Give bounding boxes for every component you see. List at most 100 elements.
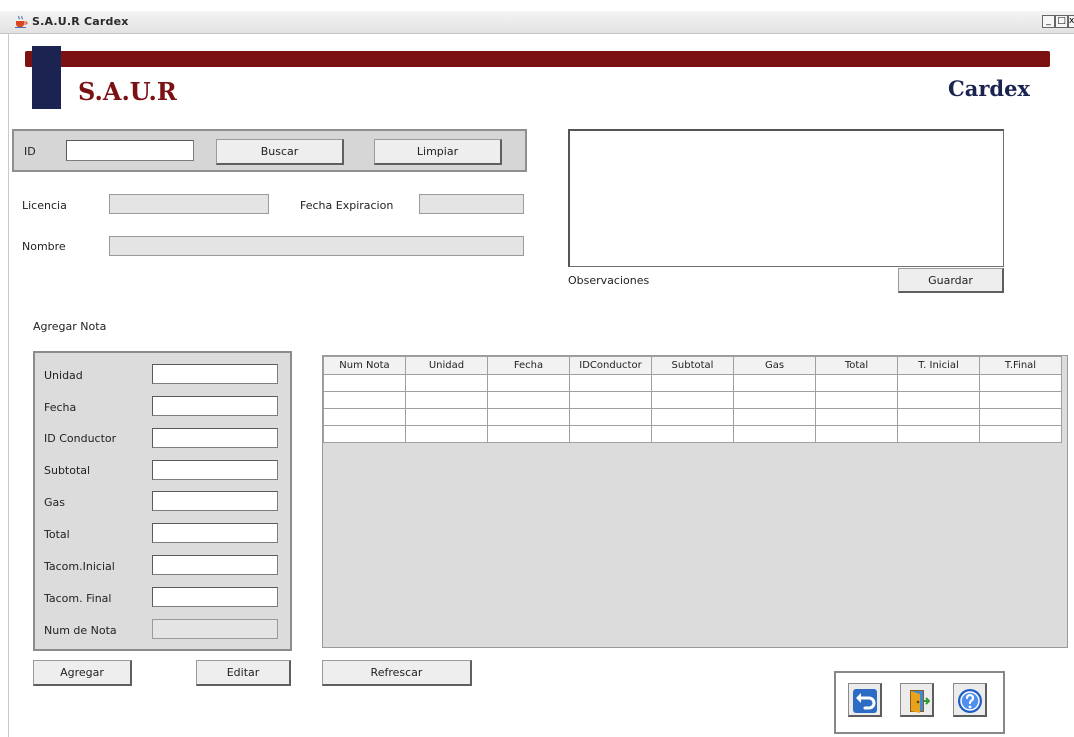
table-cell[interactable] — [897, 391, 980, 409]
table-row[interactable] — [323, 408, 1062, 426]
table-cell[interactable] — [897, 374, 980, 392]
table-cell[interactable] — [323, 408, 406, 426]
fecha-expiracion-label: Fecha Expiracion — [300, 199, 394, 212]
table-cell[interactable] — [815, 425, 898, 443]
id-conductor-input[interactable] — [152, 428, 278, 448]
table-cell[interactable] — [569, 391, 652, 409]
table-cell[interactable] — [979, 408, 1062, 426]
table-cell[interactable] — [323, 374, 406, 392]
licencia-field — [109, 194, 269, 214]
minimize-button[interactable]: _ — [1042, 15, 1055, 28]
table-cell[interactable] — [651, 374, 734, 392]
notas-table-container[interactable]: Num Nota Unidad Fecha IDConductor Subtot… — [322, 355, 1068, 648]
table-cell[interactable] — [569, 425, 652, 443]
window-title-bar: S.A.U.R Cardex _ □ x — [0, 11, 1074, 34]
total-input[interactable] — [152, 523, 278, 543]
unidad-input[interactable] — [152, 364, 278, 384]
fecha-input[interactable] — [152, 396, 278, 416]
nombre-label: Nombre — [22, 240, 66, 253]
table-cell[interactable] — [405, 374, 488, 392]
table-row[interactable] — [323, 374, 1062, 392]
nombre-field — [109, 236, 524, 256]
fecha-expiracion-field — [419, 194, 524, 214]
table-cell[interactable] — [815, 408, 898, 426]
limpiar-button[interactable]: Limpiar — [374, 139, 502, 165]
table-row[interactable] — [323, 425, 1062, 443]
table-cell[interactable] — [323, 391, 406, 409]
observaciones-label: Observaciones — [568, 274, 650, 287]
table-cell[interactable] — [487, 408, 570, 426]
table-cell[interactable] — [569, 408, 652, 426]
column-header-gas[interactable]: Gas — [733, 356, 816, 375]
window-border — [8, 33, 9, 737]
refrescar-button[interactable]: Refrescar — [322, 660, 472, 686]
gas-label: Gas — [44, 496, 65, 509]
observaciones-textarea[interactable] — [568, 129, 1004, 267]
close-button[interactable]: x — [1068, 15, 1074, 28]
num-de-nota-label: Num de Nota — [44, 624, 117, 637]
maximize-button[interactable]: □ — [1055, 15, 1068, 28]
table-cell[interactable] — [979, 391, 1062, 409]
tacom-final-input[interactable] — [152, 587, 278, 607]
column-header-t-inicial[interactable]: T. Inicial — [897, 356, 980, 375]
table-cell[interactable] — [733, 408, 816, 426]
subtotal-label: Subtotal — [44, 464, 91, 477]
table-cell[interactable] — [651, 391, 734, 409]
table-cell[interactable] — [487, 391, 570, 409]
undo-icon — [852, 689, 877, 713]
table-cell[interactable] — [651, 408, 734, 426]
table-cell[interactable] — [405, 408, 488, 426]
fecha-label: Fecha — [44, 401, 77, 414]
table-cell[interactable] — [323, 425, 406, 443]
column-header-num-nota[interactable]: Num Nota — [323, 356, 406, 375]
editar-button[interactable]: Editar — [196, 660, 291, 686]
column-header-total[interactable]: Total — [815, 356, 898, 375]
java-cup-icon — [15, 15, 28, 28]
table-cell[interactable] — [733, 391, 816, 409]
table-cell[interactable] — [487, 374, 570, 392]
notas-table[interactable]: Num Nota Unidad Fecha IDConductor Subtot… — [323, 356, 1062, 443]
column-header-fecha[interactable]: Fecha — [487, 356, 570, 375]
exit-door-icon — [909, 690, 930, 713]
table-cell[interactable] — [733, 374, 816, 392]
column-header-t-final[interactable]: T.Final — [979, 356, 1062, 375]
tacom-inicial-label: Tacom.Inicial — [44, 560, 115, 573]
num-de-nota-field — [152, 619, 278, 639]
licencia-label: Licencia — [22, 199, 67, 212]
table-cell[interactable] — [733, 425, 816, 443]
guardar-button[interactable]: Guardar — [898, 268, 1004, 293]
header-logo-block — [32, 46, 61, 109]
module-title: Cardex — [948, 76, 1030, 101]
table-row[interactable] — [323, 391, 1062, 409]
column-header-idconductor[interactable]: IDConductor — [569, 356, 652, 375]
table-header-row: Num Nota Unidad Fecha IDConductor Subtot… — [323, 356, 1062, 375]
buscar-button[interactable]: Buscar — [216, 139, 344, 165]
agregar-button[interactable]: Agregar — [33, 660, 132, 686]
subtotal-input[interactable] — [152, 460, 278, 480]
table-cell[interactable] — [979, 374, 1062, 392]
header-band — [25, 51, 1050, 67]
brand-title: S.A.U.R — [78, 77, 177, 106]
table-cell[interactable] — [897, 425, 980, 443]
table-cell[interactable] — [569, 374, 652, 392]
column-header-subtotal[interactable]: Subtotal — [651, 356, 734, 375]
table-cell[interactable] — [815, 374, 898, 392]
tacom-inicial-input[interactable] — [152, 555, 278, 575]
table-cell[interactable] — [405, 425, 488, 443]
table-cell[interactable] — [979, 425, 1062, 443]
unidad-label: Unidad — [44, 369, 83, 382]
help-button[interactable] — [953, 683, 987, 717]
exit-button[interactable] — [900, 683, 934, 717]
undo-button[interactable] — [848, 683, 882, 717]
table-cell[interactable] — [405, 391, 488, 409]
table-cell[interactable] — [651, 425, 734, 443]
table-cell[interactable] — [815, 391, 898, 409]
table-cell[interactable] — [897, 408, 980, 426]
help-icon — [957, 689, 982, 713]
id-label: ID — [24, 145, 36, 158]
id-input[interactable] — [66, 140, 194, 161]
gas-input[interactable] — [152, 491, 278, 511]
table-cell[interactable] — [487, 425, 570, 443]
window-title: S.A.U.R Cardex — [32, 15, 129, 28]
column-header-unidad[interactable]: Unidad — [405, 356, 488, 375]
